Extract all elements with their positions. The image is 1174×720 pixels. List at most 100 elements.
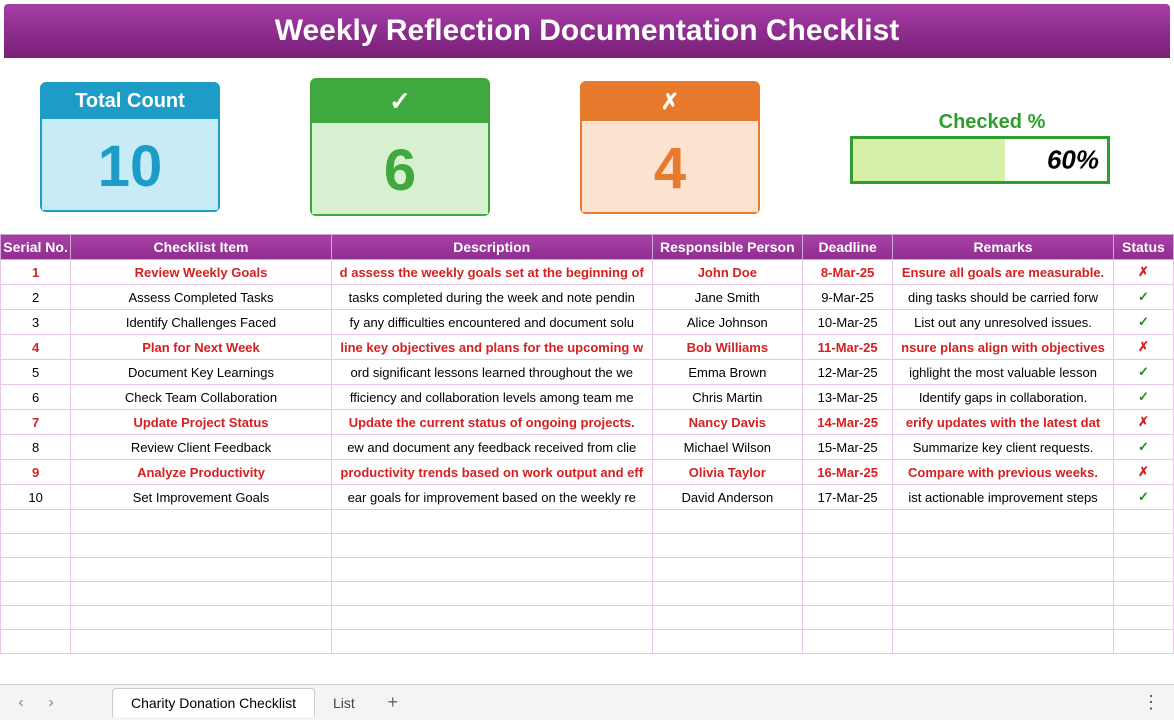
- cell[interactable]: Review Weekly Goals: [71, 260, 332, 285]
- column-header[interactable]: Serial No.: [1, 235, 71, 260]
- cell-empty[interactable]: [803, 630, 893, 654]
- cell[interactable]: Identify gaps in collaboration.: [893, 385, 1114, 410]
- cell-empty[interactable]: [893, 630, 1114, 654]
- cell-empty[interactable]: [71, 582, 332, 606]
- cell[interactable]: Michael Wilson: [652, 435, 802, 460]
- cell[interactable]: Identify Challenges Faced: [71, 310, 332, 335]
- cell[interactable]: 6: [1, 385, 71, 410]
- cell-empty[interactable]: [1113, 582, 1173, 606]
- cell-empty[interactable]: [1, 606, 71, 630]
- table-row-empty[interactable]: [1, 630, 1174, 654]
- cell[interactable]: Bob Williams: [652, 335, 802, 360]
- cell[interactable]: 10-Mar-25: [803, 310, 893, 335]
- cell-empty[interactable]: [652, 558, 802, 582]
- cell[interactable]: 9-Mar-25: [803, 285, 893, 310]
- cell-empty[interactable]: [652, 606, 802, 630]
- table-row[interactable]: 10Set Improvement Goalsear goals for imp…: [1, 485, 1174, 510]
- cell[interactable]: ighlight the most valuable lesson: [893, 360, 1114, 385]
- table-row[interactable]: 2Assess Completed Taskstasks completed d…: [1, 285, 1174, 310]
- column-header[interactable]: Status: [1113, 235, 1173, 260]
- cell-empty[interactable]: [71, 630, 332, 654]
- cell-empty[interactable]: [1113, 510, 1173, 534]
- cell[interactable]: ✗: [1113, 335, 1173, 360]
- cell[interactable]: 1: [1, 260, 71, 285]
- add-sheet-button[interactable]: +: [377, 692, 409, 713]
- table-row-empty[interactable]: [1, 510, 1174, 534]
- cell-empty[interactable]: [893, 582, 1114, 606]
- cell-empty[interactable]: [331, 534, 652, 558]
- cell-empty[interactable]: [1113, 558, 1173, 582]
- cell-empty[interactable]: [71, 606, 332, 630]
- cell[interactable]: Olivia Taylor: [652, 460, 802, 485]
- cell[interactable]: ew and document any feedback received fr…: [331, 435, 652, 460]
- cell[interactable]: 9: [1, 460, 71, 485]
- cell-empty[interactable]: [893, 606, 1114, 630]
- cell-empty[interactable]: [652, 630, 802, 654]
- table-row[interactable]: 9Analyze Productivityproductivity trends…: [1, 460, 1174, 485]
- cell-empty[interactable]: [331, 510, 652, 534]
- cell[interactable]: productivity trends based on work output…: [331, 460, 652, 485]
- cell[interactable]: 17-Mar-25: [803, 485, 893, 510]
- table-row-empty[interactable]: [1, 534, 1174, 558]
- cell[interactable]: Nancy Davis: [652, 410, 802, 435]
- cell[interactable]: ✗: [1113, 460, 1173, 485]
- cell[interactable]: Analyze Productivity: [71, 460, 332, 485]
- cell-empty[interactable]: [652, 510, 802, 534]
- cell-empty[interactable]: [1, 630, 71, 654]
- cell[interactable]: 8: [1, 435, 71, 460]
- cell[interactable]: ✗: [1113, 410, 1173, 435]
- cell[interactable]: fficiency and collaboration levels among…: [331, 385, 652, 410]
- cell-empty[interactable]: [71, 510, 332, 534]
- cell-empty[interactable]: [893, 558, 1114, 582]
- cell-empty[interactable]: [331, 558, 652, 582]
- cell-empty[interactable]: [652, 582, 802, 606]
- table-row[interactable]: 3Identify Challenges Facedfy any difficu…: [1, 310, 1174, 335]
- cell-empty[interactable]: [1, 534, 71, 558]
- cell-empty[interactable]: [1, 558, 71, 582]
- cell[interactable]: Update Project Status: [71, 410, 332, 435]
- cell[interactable]: Assess Completed Tasks: [71, 285, 332, 310]
- prev-sheet-button[interactable]: ‹: [8, 690, 34, 716]
- cell[interactable]: John Doe: [652, 260, 802, 285]
- cell[interactable]: List out any unresolved issues.: [893, 310, 1114, 335]
- cell[interactable]: Emma Brown: [652, 360, 802, 385]
- cell[interactable]: 2: [1, 285, 71, 310]
- cell[interactable]: ear goals for improvement based on the w…: [331, 485, 652, 510]
- cell[interactable]: erify updates with the latest dat: [893, 410, 1114, 435]
- cell-empty[interactable]: [71, 558, 332, 582]
- cell[interactable]: 11-Mar-25: [803, 335, 893, 360]
- cell[interactable]: ✗: [1113, 260, 1173, 285]
- table-row[interactable]: 8Review Client Feedbackew and document a…: [1, 435, 1174, 460]
- next-sheet-button[interactable]: ›: [38, 690, 64, 716]
- cell[interactable]: Jane Smith: [652, 285, 802, 310]
- cell[interactable]: 10: [1, 485, 71, 510]
- cell[interactable]: 4: [1, 335, 71, 360]
- cell-empty[interactable]: [893, 534, 1114, 558]
- cell-empty[interactable]: [1113, 534, 1173, 558]
- table-row-empty[interactable]: [1, 606, 1174, 630]
- sheet-tab[interactable]: Charity Donation Checklist: [112, 688, 315, 717]
- cell[interactable]: ✓: [1113, 485, 1173, 510]
- cell[interactable]: line key objectives and plans for the up…: [331, 335, 652, 360]
- cell[interactable]: 7: [1, 410, 71, 435]
- cell[interactable]: d assess the weekly goals set at the beg…: [331, 260, 652, 285]
- column-header[interactable]: Deadline: [803, 235, 893, 260]
- cell[interactable]: ✓: [1113, 385, 1173, 410]
- cell[interactable]: Set Improvement Goals: [71, 485, 332, 510]
- cell-empty[interactable]: [331, 630, 652, 654]
- cell[interactable]: Ensure all goals are measurable.: [893, 260, 1114, 285]
- table-row[interactable]: 5Document Key Learningsord significant l…: [1, 360, 1174, 385]
- cell[interactable]: Plan for Next Week: [71, 335, 332, 360]
- cell[interactable]: ✓: [1113, 435, 1173, 460]
- cell[interactable]: Compare with previous weeks.: [893, 460, 1114, 485]
- cell-empty[interactable]: [1, 582, 71, 606]
- table-row[interactable]: 7Update Project StatusUpdate the current…: [1, 410, 1174, 435]
- cell[interactable]: ✓: [1113, 360, 1173, 385]
- table-row-empty[interactable]: [1, 558, 1174, 582]
- cell-empty[interactable]: [1, 510, 71, 534]
- column-header[interactable]: Responsible Person: [652, 235, 802, 260]
- cell-empty[interactable]: [1113, 630, 1173, 654]
- cell[interactable]: Chris Martin: [652, 385, 802, 410]
- checklist-table[interactable]: Serial No.Checklist ItemDescriptionRespo…: [0, 234, 1174, 684]
- cell[interactable]: 16-Mar-25: [803, 460, 893, 485]
